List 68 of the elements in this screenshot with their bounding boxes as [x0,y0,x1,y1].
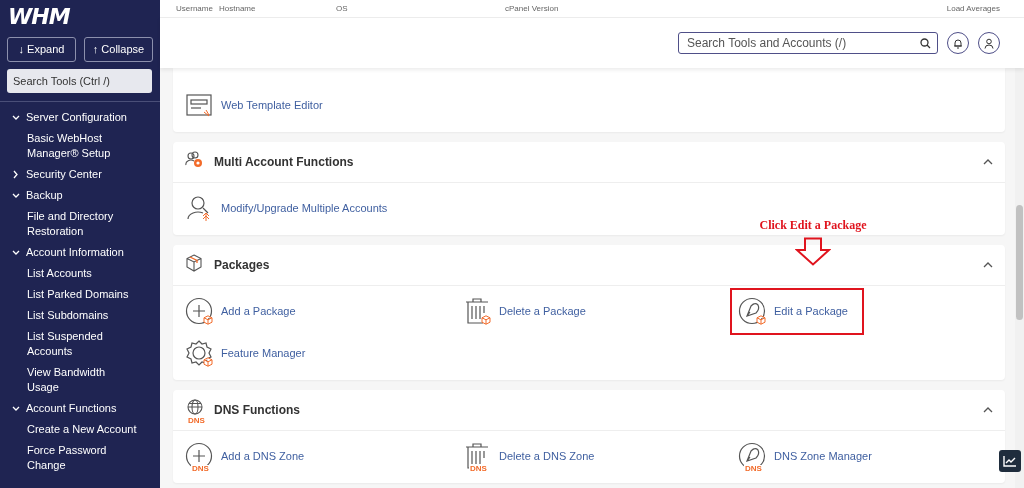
expand-button[interactable]: ↓ Expand [7,37,76,62]
template-icon [185,91,213,119]
globe-icon [185,399,205,418]
tool-link[interactable]: Add a Package [221,302,296,320]
tree-category[interactable]: Server Configuration [0,107,160,128]
stat-label: Username [176,2,214,15]
tree-category[interactable]: Account Information [0,242,160,263]
user-icon [984,37,994,49]
tool-link[interactable]: Feature Manager [221,344,306,362]
tree-item[interactable]: Basic WebHost Manager® Setup [0,128,138,164]
logo[interactable]: WHM [0,0,78,29]
category-label: Server Configuration [26,110,127,125]
icon-label: DNS [744,465,763,473]
stat-label: Hostname [219,2,257,15]
category-label: Account Information [26,245,124,260]
stat-label: OS [336,2,349,15]
tree-item[interactable]: List Subdomains [0,305,138,326]
plus-circle-icon [185,297,213,325]
tree-item[interactable]: Create a New Account [0,419,138,440]
category-label: Backup [26,188,63,203]
icon-label: DNS [191,465,210,473]
tool-link[interactable]: Modify/Upgrade Multiple Accounts [221,199,388,217]
box-icon [185,254,203,273]
category-label: Security Center [26,167,102,182]
tool-link[interactable]: Web Template Editor [221,96,323,114]
chart-button[interactable] [999,450,1021,472]
icon-label: DNS [469,465,488,473]
search-field[interactable]: Search Tools (Ctrl /) [7,68,152,93]
tool-link[interactable]: DNS Zone Manager [774,447,872,465]
scrollbar[interactable] [1015,68,1024,488]
tool-link[interactable]: Delete a Package [499,302,586,320]
tree-category[interactable]: Security Center [0,164,160,185]
chevron-icon[interactable] [983,406,993,414]
search-field[interactable]: Search Tools and Accounts (/) [678,32,938,54]
chevron-icon[interactable] [983,261,993,269]
icon-label: DNS [187,417,206,425]
rocket-icon [738,297,766,325]
category-label: Account Functions [26,401,117,416]
tree-category[interactable]: Backup [0,185,160,206]
search-icon [920,37,931,49]
tool-link[interactable]: Edit a Package [774,302,848,320]
chart-icon [1003,455,1017,467]
collapse-button[interactable]: ↑ Collapse [84,37,153,62]
trash-icon [463,297,491,325]
bell-icon [953,37,963,49]
tool-link[interactable]: Add a DNS Zone [221,447,305,465]
stat-label: cPanel Version [505,2,559,15]
section-title: Multi Account Functions [214,154,354,171]
tool-link[interactable]: Delete a DNS Zone [499,447,595,465]
tree-item[interactable]: View Bandwidth Usage [0,362,138,398]
down-arrow [795,237,831,266]
tree-item[interactable]: List Accounts [0,263,138,284]
tree-item[interactable]: List Parked Domains [0,284,138,305]
section-title: DNS Functions [214,402,300,419]
notifications-button[interactable] [947,32,969,54]
callout-text: Click Edit a Package [759,218,867,233]
section-title: Packages [214,257,270,274]
scrollbar-thumb[interactable] [1016,205,1023,320]
tree-item[interactable]: Force Password Change [0,440,138,476]
gear-icon [185,339,213,367]
trash-icon [463,442,491,470]
tree-item[interactable]: File and Directory Restoration [0,206,138,242]
users-gear-icon [185,151,205,170]
tree-category[interactable]: Account Functions [0,398,160,419]
stat-label: Load Averages [946,2,1000,15]
tree-item[interactable]: List Suspended Accounts [0,326,138,362]
user-button[interactable] [978,32,1000,54]
chevron-icon[interactable] [983,158,993,166]
